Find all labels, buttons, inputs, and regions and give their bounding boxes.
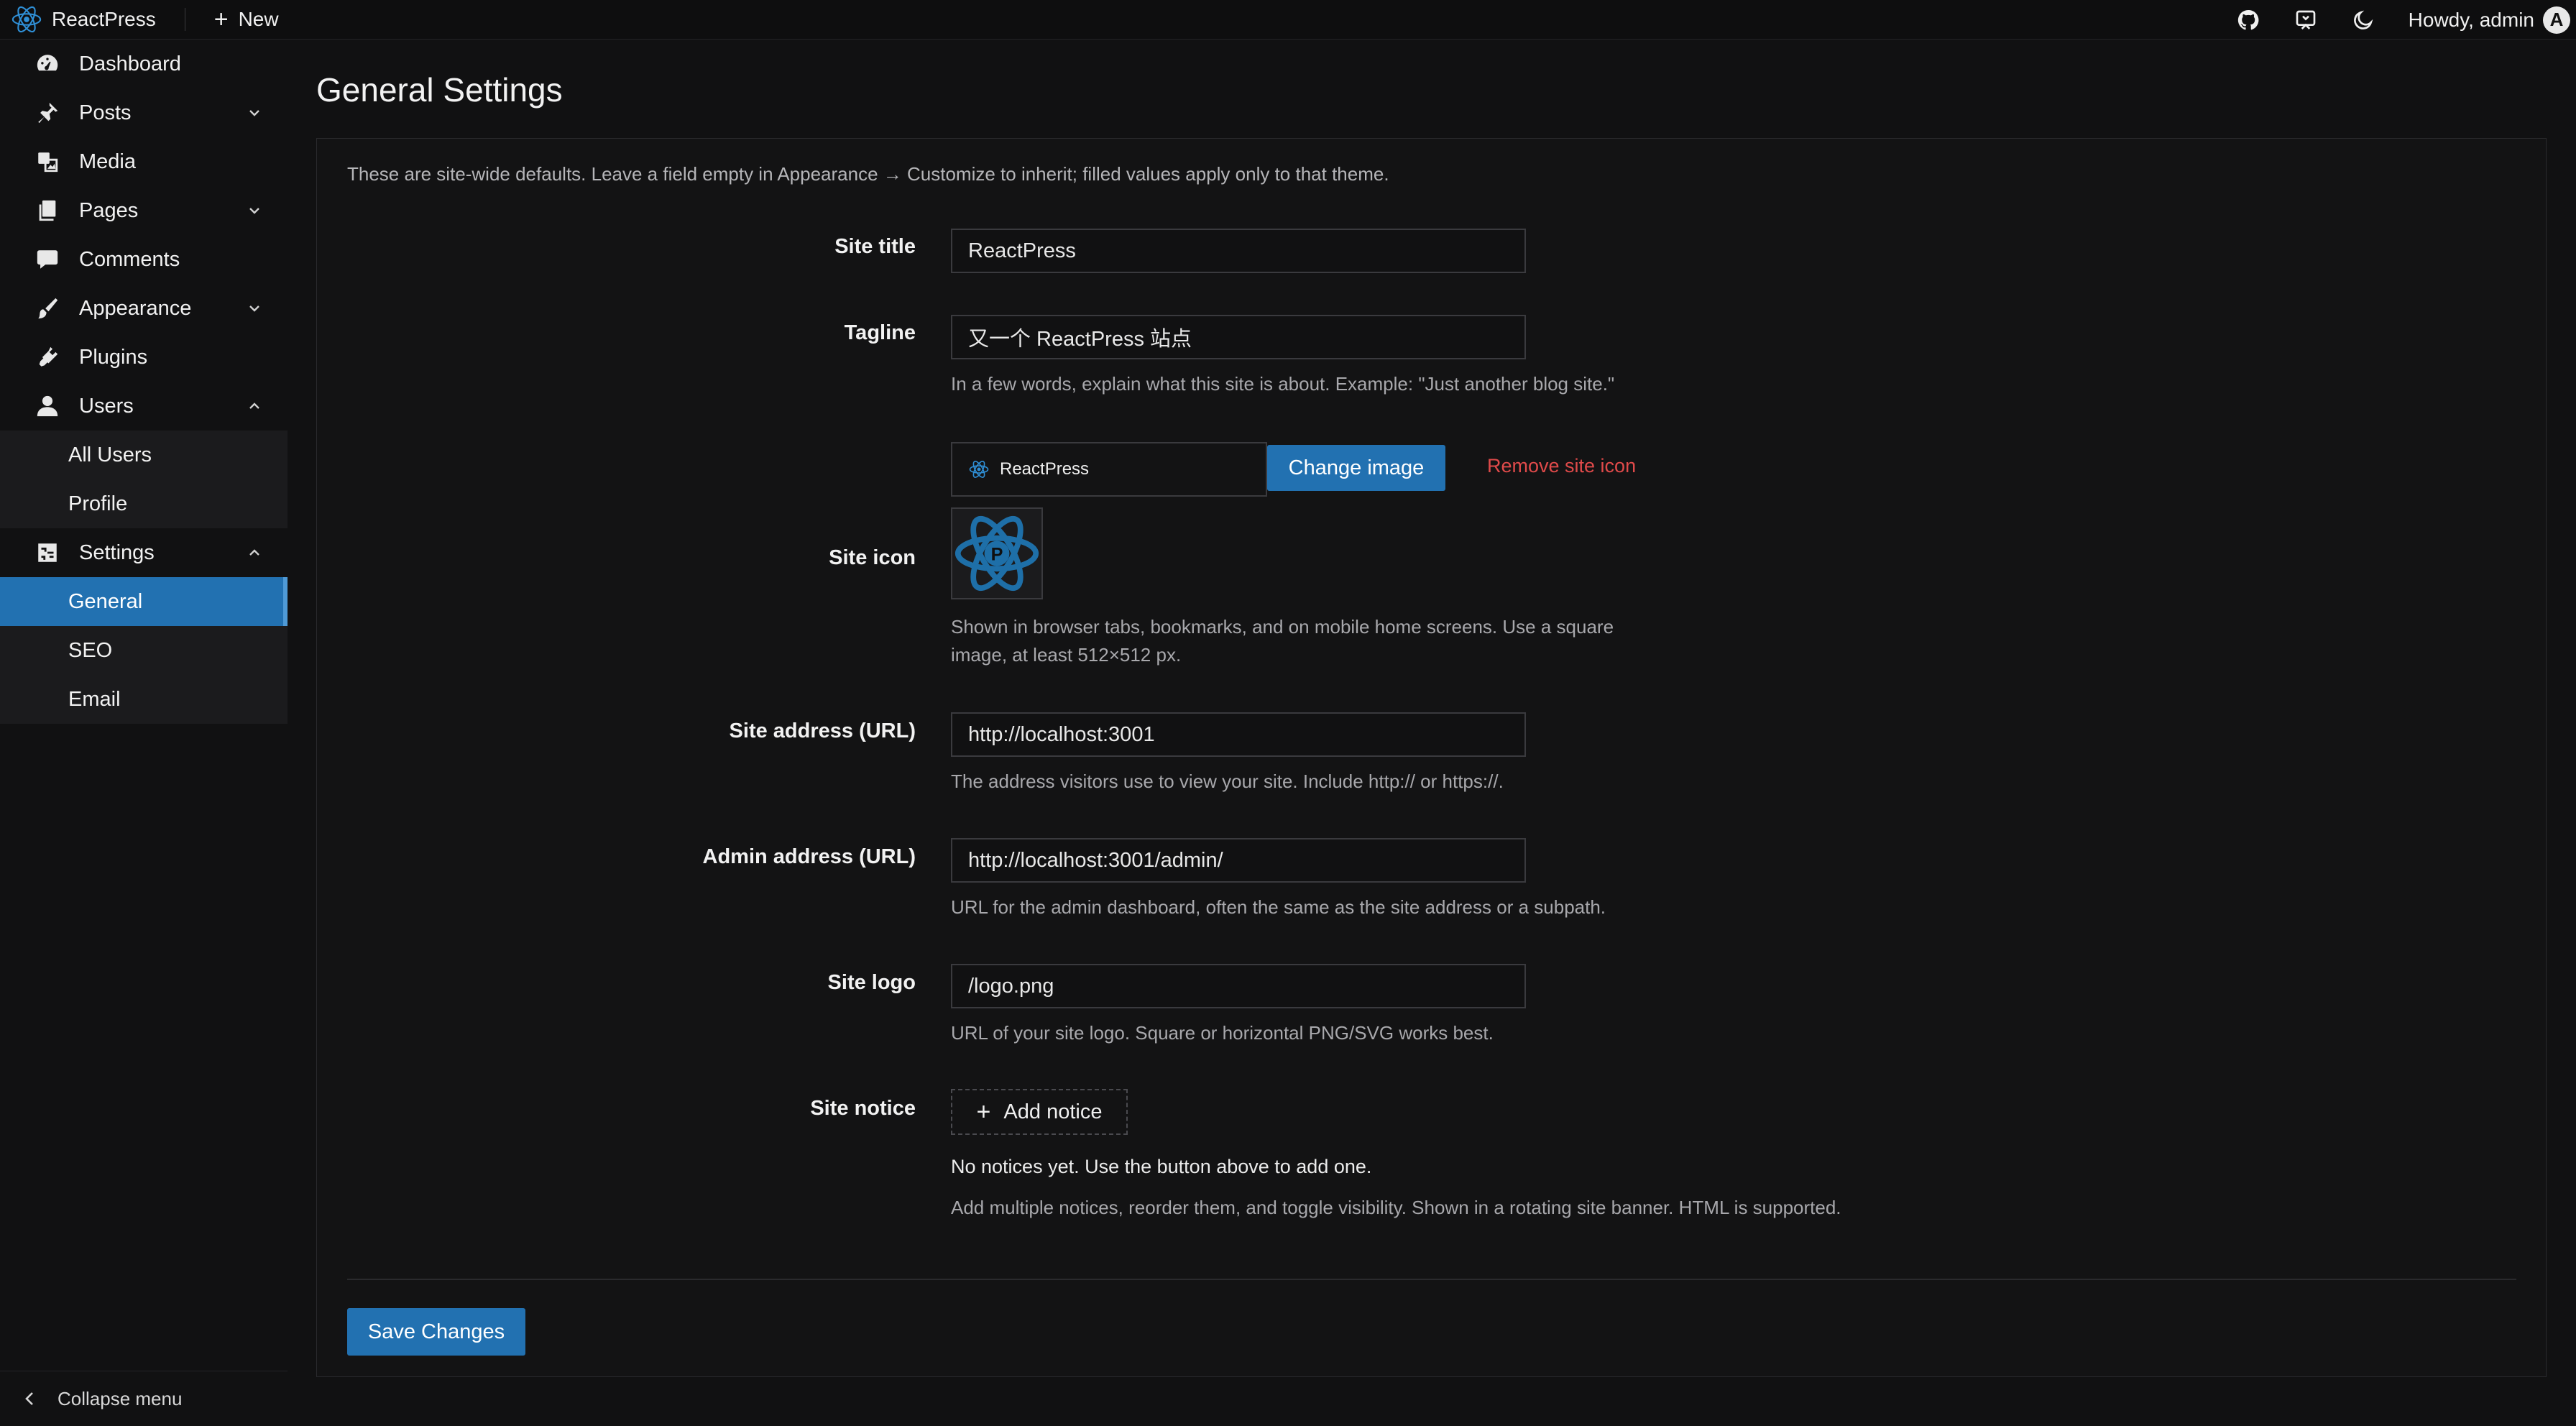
submenu-item-email[interactable]: Email bbox=[0, 675, 288, 724]
sidebar-item-label: Dashboard bbox=[79, 52, 181, 75]
settings-submenu: General SEO Email bbox=[0, 577, 288, 724]
submenu-item-seo[interactable]: SEO bbox=[0, 626, 288, 675]
site-notice-label: Site notice bbox=[810, 1097, 916, 1120]
page-title: General Settings bbox=[316, 71, 563, 109]
sidebar-item-media[interactable]: Media bbox=[0, 137, 288, 186]
change-image-button[interactable]: Change image bbox=[1267, 445, 1445, 491]
comment-icon bbox=[34, 247, 60, 272]
save-changes-button[interactable]: Save Changes bbox=[347, 1308, 525, 1356]
new-content-button[interactable]: + New bbox=[214, 7, 279, 32]
site-title-label: Site title bbox=[834, 235, 916, 258]
sidebar-item-dashboard[interactable]: Dashboard bbox=[0, 40, 288, 88]
site-logo-help: URL of your site logo. Square or horizon… bbox=[951, 1022, 1494, 1044]
sidebar-item-label: Users bbox=[79, 394, 134, 418]
admin-app: ReactPress + New Howdy, admin A Dashboar… bbox=[0, 0, 2576, 1426]
submenu-item-all-users[interactable]: All Users bbox=[0, 431, 288, 479]
site-logo-input[interactable] bbox=[951, 964, 1526, 1008]
site-address-help: The address visitors use to view your si… bbox=[951, 770, 1504, 792]
admin-top-bar: ReactPress + New Howdy, admin A bbox=[0, 0, 2576, 40]
brand-link[interactable]: ReactPress bbox=[10, 0, 156, 40]
site-icon-label: Site icon bbox=[829, 546, 916, 569]
admin-sidebar: Dashboard Posts Media Pages Comments App… bbox=[0, 40, 288, 1426]
chevron-down-icon bbox=[249, 208, 259, 214]
chevron-down-icon bbox=[249, 110, 259, 116]
site-icon-preview: ReactPress bbox=[951, 442, 1267, 497]
sidebar-item-pages[interactable]: Pages bbox=[0, 186, 288, 235]
site-address-input[interactable] bbox=[951, 712, 1526, 757]
sidebar-item-label: Plugins bbox=[79, 345, 148, 369]
admin-address-input[interactable] bbox=[951, 838, 1526, 883]
chevron-left-icon bbox=[25, 1392, 33, 1405]
submenu-item-general[interactable]: General bbox=[0, 577, 288, 626]
topbar-right: Howdy, admin A bbox=[2236, 0, 2576, 40]
pin-icon bbox=[34, 100, 60, 126]
brush-icon bbox=[34, 295, 60, 321]
sidebar-item-settings[interactable]: Settings bbox=[0, 528, 288, 577]
collapse-menu-label: Collapse menu bbox=[58, 1387, 183, 1409]
intro-text: These are site-wide defaults. Leave a fi… bbox=[347, 163, 1389, 185]
site-title-input[interactable] bbox=[951, 229, 1526, 273]
admin-address-label: Admin address (URL) bbox=[702, 845, 916, 868]
collapse-menu-button[interactable]: Collapse menu bbox=[0, 1371, 288, 1426]
tagline-label: Tagline bbox=[844, 321, 916, 344]
settings-icon bbox=[34, 540, 60, 566]
admin-address-help: URL for the admin dashboard, often the s… bbox=[951, 896, 1606, 918]
form-divider bbox=[347, 1279, 2516, 1280]
media-icon bbox=[34, 149, 60, 175]
add-notice-label: Add notice bbox=[1003, 1100, 1103, 1123]
users-submenu: All Users Profile bbox=[0, 431, 288, 528]
chevron-up-icon bbox=[249, 402, 259, 409]
moon-icon[interactable] bbox=[2351, 8, 2375, 32]
preview-icon[interactable] bbox=[2294, 8, 2318, 32]
reactpress-logo-icon bbox=[969, 461, 989, 478]
brand-name: ReactPress bbox=[52, 8, 156, 30]
sidebar-item-plugins[interactable]: Plugins bbox=[0, 333, 288, 382]
sidebar-item-label: Pages bbox=[79, 198, 139, 222]
chevron-down-icon bbox=[249, 305, 259, 312]
remove-site-icon-link[interactable]: Remove site icon bbox=[1487, 455, 1636, 477]
tagline-help: In a few words, explain what this site i… bbox=[951, 373, 1615, 395]
avatar[interactable]: A bbox=[2543, 6, 2570, 34]
github-icon[interactable] bbox=[2236, 8, 2260, 32]
sidebar-item-comments[interactable]: Comments bbox=[0, 235, 288, 284]
sidebar-item-posts[interactable]: Posts bbox=[0, 88, 288, 137]
reactpress-p-logo-icon: P bbox=[954, 515, 1039, 592]
pages-icon bbox=[34, 198, 60, 224]
sidebar-item-label: Media bbox=[79, 150, 136, 173]
add-notice-button[interactable]: + Add notice bbox=[951, 1089, 1128, 1135]
sidebar-item-label: Comments bbox=[79, 247, 180, 271]
site-icon-help-1: Shown in browser tabs, bookmarks, and on… bbox=[951, 616, 1614, 638]
howdy-user-menu[interactable]: Howdy, admin bbox=[2409, 9, 2534, 32]
sidebar-item-label: Appearance bbox=[79, 296, 192, 320]
sidebar-item-label: Posts bbox=[79, 101, 132, 124]
site-icon-thumbnail[interactable]: P bbox=[951, 507, 1043, 599]
submenu-item-profile[interactable]: Profile bbox=[0, 479, 288, 528]
plugin-icon bbox=[34, 344, 60, 370]
plus-icon: + bbox=[976, 1098, 991, 1126]
new-label: New bbox=[238, 8, 279, 30]
site-notice-help: Add multiple notices, reorder them, and … bbox=[951, 1197, 1841, 1218]
sidebar-item-label: Settings bbox=[79, 540, 155, 564]
notice-empty-text: No notices yet. Use the button above to … bbox=[951, 1156, 1372, 1177]
site-icon-help-2: image, at least 512×512 px. bbox=[951, 644, 1182, 666]
svg-text:P: P bbox=[991, 545, 1003, 565]
plus-icon: + bbox=[213, 6, 229, 33]
reactpress-logo-icon bbox=[12, 6, 42, 33]
site-icon-name: ReactPress bbox=[1000, 459, 1090, 479]
site-logo-label: Site logo bbox=[827, 971, 916, 994]
tagline-input[interactable] bbox=[951, 315, 1526, 359]
sidebar-item-appearance[interactable]: Appearance bbox=[0, 284, 288, 333]
sidebar-item-users[interactable]: Users bbox=[0, 382, 288, 431]
site-address-label: Site address (URL) bbox=[729, 719, 916, 742]
chevron-up-icon bbox=[249, 549, 259, 556]
user-icon bbox=[34, 393, 60, 419]
dashboard-icon bbox=[34, 51, 60, 77]
settings-panel: These are site-wide defaults. Leave a fi… bbox=[316, 138, 2547, 1377]
